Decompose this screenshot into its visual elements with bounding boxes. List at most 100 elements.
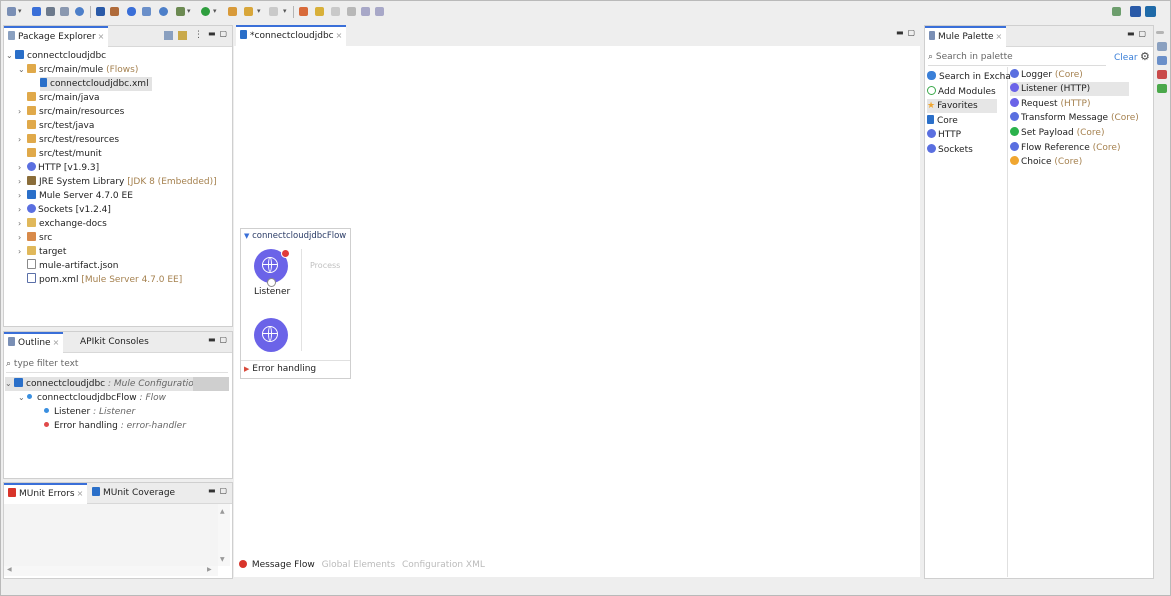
new-icon[interactable] bbox=[7, 7, 16, 16]
perspective-icon[interactable] bbox=[1112, 7, 1121, 16]
view-menu-icon[interactable]: ⋮ bbox=[194, 30, 203, 40]
chevron-down-icon[interactable]: ⌄ bbox=[6, 49, 15, 63]
chevron-right-icon[interactable]: › bbox=[18, 231, 27, 245]
chevron-right-icon[interactable]: › bbox=[18, 217, 27, 231]
gear-icon[interactable]: ⚙ bbox=[1140, 50, 1150, 63]
outline-flow-row[interactable]: ⌄ connectcloudjdbcFlow : Flow bbox=[18, 391, 166, 405]
tree-item[interactable]: › exchange-docs bbox=[18, 217, 107, 231]
palette-item-listener[interactable]: Listener (HTTP) bbox=[1010, 82, 1129, 96]
git-icon[interactable] bbox=[1157, 84, 1167, 93]
tree-item[interactable]: › JRE System Library [JDK 8 (Embedded)] bbox=[18, 175, 217, 189]
tree-item[interactable]: pom.xml [Mule Server 4.7.0 EE] bbox=[27, 273, 182, 287]
close-all-icon[interactable] bbox=[347, 7, 356, 16]
close-icon[interactable]: × bbox=[77, 489, 84, 498]
palette-item-logger[interactable]: Logger (Core) bbox=[1010, 68, 1083, 82]
palette-search-input[interactable]: ⌕ Search in palette bbox=[928, 52, 1106, 66]
console-icon[interactable] bbox=[1157, 56, 1167, 65]
palette-item-request[interactable]: Request (HTTP) bbox=[1010, 97, 1091, 111]
problems-icon[interactable] bbox=[1157, 70, 1167, 79]
expand-triangle-icon[interactable]: ▶ bbox=[244, 365, 249, 373]
open-type-icon[interactable] bbox=[228, 7, 237, 16]
close-icon[interactable]: × bbox=[996, 32, 1003, 41]
minimize-maximize-icon[interactable]: ▬▢ bbox=[1127, 29, 1150, 38]
tree-item[interactable]: src/test/munit bbox=[27, 147, 102, 161]
properties-icon[interactable] bbox=[1157, 42, 1167, 51]
chevron-right-icon[interactable]: › bbox=[18, 245, 27, 259]
debug-icon[interactable] bbox=[176, 7, 185, 16]
api-perspective-icon[interactable] bbox=[1145, 6, 1156, 17]
tab-package-explorer[interactable]: Package Explorer × bbox=[4, 26, 109, 47]
tab-munit-coverage[interactable]: MUnit Coverage bbox=[88, 483, 179, 503]
previous-annotation-icon[interactable] bbox=[315, 7, 324, 16]
tree-item-selected[interactable]: connectcloudjdbc.xml bbox=[40, 77, 152, 91]
sync-icon[interactable] bbox=[75, 7, 84, 16]
layout-icon[interactable] bbox=[375, 7, 384, 16]
chevron-right-icon[interactable]: › bbox=[18, 203, 27, 217]
horizontal-scrollbar[interactable]: ◀ ▶ bbox=[4, 566, 218, 576]
chevron-right-icon[interactable]: › bbox=[18, 175, 27, 189]
back-icon[interactable] bbox=[269, 7, 278, 16]
tree-item[interactable]: › HTTP [v1.9.3] bbox=[18, 161, 99, 175]
run-icon[interactable] bbox=[201, 7, 210, 16]
tree-item[interactable]: › Mule Server 4.7.0 EE bbox=[18, 189, 133, 203]
chevron-down-icon[interactable]: ▾ bbox=[257, 7, 261, 15]
next-annotation-icon[interactable] bbox=[331, 7, 340, 16]
outline-listener-row[interactable]: Listener : Listener bbox=[44, 405, 135, 419]
palette-item-flow-reference[interactable]: Flow Reference (Core) bbox=[1010, 141, 1120, 155]
scroll-left-icon[interactable]: ◀ bbox=[7, 566, 12, 573]
module-search-exchange[interactable]: Search in Excha bbox=[927, 70, 1011, 84]
scroll-right-icon[interactable]: ▶ bbox=[207, 566, 212, 573]
palette-item-choice[interactable]: Choice (Core) bbox=[1010, 155, 1082, 169]
tab-global-elements[interactable]: Global Elements bbox=[322, 560, 396, 570]
tree-item[interactable]: › src bbox=[18, 231, 52, 245]
cloud-icon[interactable] bbox=[127, 7, 136, 16]
flow-header[interactable]: ▼ connectcloudjdbcFlow bbox=[244, 230, 346, 242]
outline-filter-input[interactable]: ⌕ type filter text bbox=[6, 359, 228, 373]
outline-root-row[interactable]: ⌄ connectcloudjdbc : Mule Configuration bbox=[5, 377, 229, 391]
module-sockets[interactable]: Sockets bbox=[927, 143, 973, 157]
deploy-icon[interactable] bbox=[142, 7, 151, 16]
chevron-right-icon[interactable]: › bbox=[18, 133, 27, 147]
tree-item[interactable]: mule-artifact.json bbox=[27, 259, 118, 273]
close-icon[interactable]: × bbox=[98, 32, 105, 41]
scroll-down-icon[interactable]: ▼ bbox=[220, 556, 225, 563]
tree-item[interactable]: ⌄ connectcloudjdbc bbox=[6, 49, 106, 63]
module-http[interactable]: HTTP bbox=[927, 128, 961, 142]
tab-message-flow[interactable]: Message Flow bbox=[252, 560, 315, 570]
flow-container[interactable]: ▼ connectcloudjdbcFlow Listener Process … bbox=[240, 228, 351, 379]
mule-design-perspective-icon[interactable] bbox=[1130, 6, 1141, 17]
mule-icon[interactable] bbox=[96, 7, 105, 16]
tree-item[interactable]: › src/main/resources bbox=[18, 105, 124, 119]
chevron-right-icon[interactable]: › bbox=[18, 189, 27, 203]
tree-item[interactable]: › Sockets [v1.2.4] bbox=[18, 203, 111, 217]
tree-item[interactable]: src/main/java bbox=[27, 91, 100, 105]
minimize-maximize-icon[interactable]: ▬▢ bbox=[896, 28, 919, 37]
save-all-icon[interactable] bbox=[60, 7, 69, 16]
module-add-modules[interactable]: Add Modules bbox=[927, 85, 996, 99]
refresh-icon[interactable] bbox=[159, 7, 168, 16]
palette-item-transform-message[interactable]: Transform Message (Core) bbox=[1010, 111, 1139, 125]
chevron-down-icon[interactable]: ▾ bbox=[18, 7, 22, 15]
tab-munit-errors[interactable]: MUnit Errors × bbox=[4, 483, 88, 504]
chevron-down-icon[interactable]: ▾ bbox=[187, 7, 191, 15]
palette-clear-link[interactable]: Clear bbox=[1114, 53, 1138, 63]
open-icon[interactable] bbox=[299, 7, 308, 16]
tree-item[interactable]: › src/test/resources bbox=[18, 133, 119, 147]
error-handling-section[interactable]: ▶ Error handling bbox=[241, 360, 350, 379]
close-icon[interactable]: × bbox=[336, 31, 343, 40]
vertical-scrollbar[interactable]: ▲ ▼ bbox=[218, 504, 230, 566]
tab-apikit-consoles[interactable]: APIkit Consoles bbox=[76, 332, 153, 352]
tree-item[interactable]: › target bbox=[18, 245, 66, 259]
chevron-down-icon[interactable]: ▾ bbox=[213, 7, 217, 15]
tab-mule-palette[interactable]: Mule Palette × bbox=[925, 26, 1007, 47]
link-editor-icon[interactable] bbox=[178, 31, 187, 40]
tab-configuration-xml[interactable]: Configuration XML bbox=[402, 560, 485, 570]
palette-item-set-payload[interactable]: Set Payload (Core) bbox=[1010, 126, 1104, 140]
tree-item[interactable]: ⌄ src/main/mule (Flows) bbox=[18, 63, 138, 77]
chevron-down-icon[interactable]: ▾ bbox=[283, 7, 287, 15]
export-icon[interactable] bbox=[110, 7, 119, 16]
response-component[interactable] bbox=[254, 318, 288, 352]
chevron-down-icon[interactable]: ⌄ bbox=[5, 377, 14, 391]
chevron-down-icon[interactable]: ⌄ bbox=[18, 391, 27, 405]
tab-connectcloudjdbc-editor[interactable]: *connectcloudjdbc × bbox=[236, 25, 347, 46]
